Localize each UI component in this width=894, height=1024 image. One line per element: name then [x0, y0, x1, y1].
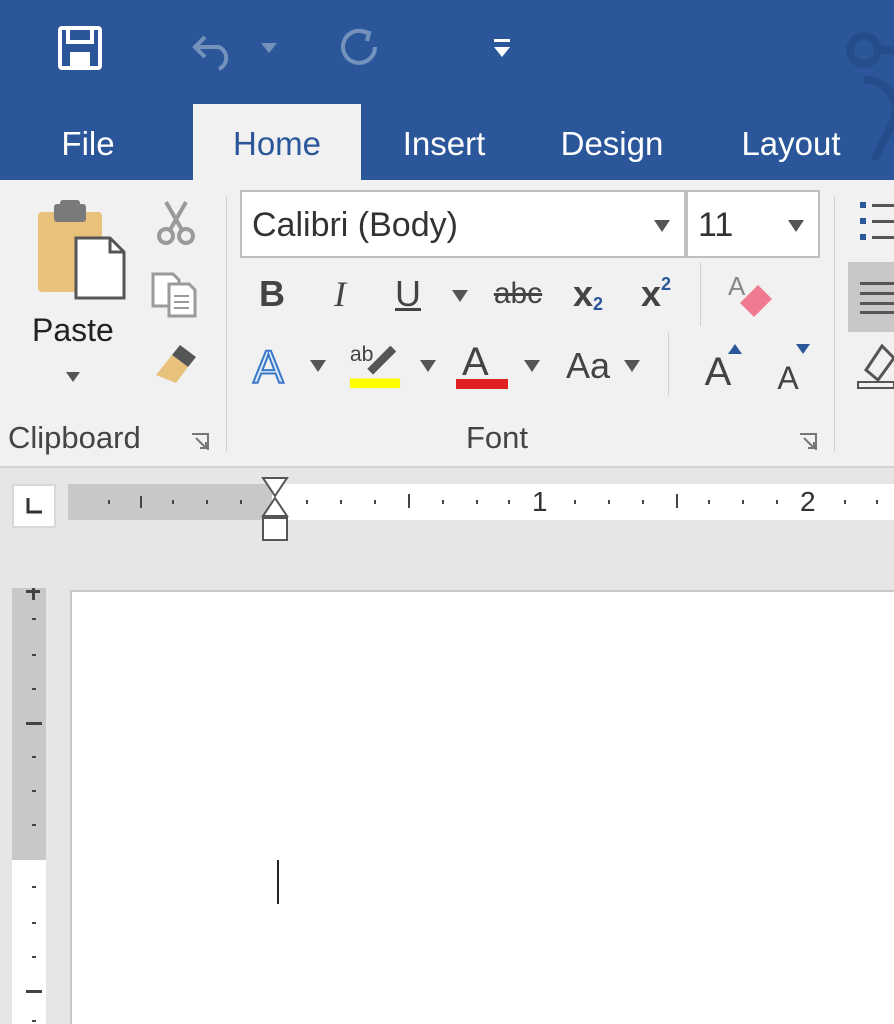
tab-home[interactable]: Home: [193, 104, 361, 180]
text-cursor: [277, 860, 279, 904]
font-launcher-icon[interactable]: [798, 432, 818, 452]
grow-font-label: A: [704, 349, 732, 394]
tab-file[interactable]: File: [38, 104, 138, 180]
tab-layout[interactable]: Layout: [716, 104, 866, 180]
tab-design[interactable]: Design: [540, 104, 684, 180]
shrink-font-button[interactable]: A: [770, 350, 806, 406]
clipboard-group-label: Clipboard: [8, 420, 141, 455]
svg-text:A: A: [728, 271, 746, 301]
change-case-button[interactable]: Aa: [560, 338, 616, 394]
tab-insert[interactable]: Insert: [378, 104, 510, 180]
text-effects-dropdown-icon[interactable]: [310, 360, 326, 372]
group-separator: [226, 196, 227, 452]
bullets-icon[interactable]: [858, 196, 894, 248]
cut-icon[interactable]: [148, 196, 204, 248]
superscript-button[interactable]: x2: [630, 266, 682, 322]
font-name-dropdown-icon[interactable]: [654, 220, 670, 232]
subscript-base: x: [572, 273, 593, 314]
font-separator: [668, 332, 669, 396]
vertical-ruler-ticks: [26, 588, 42, 1022]
shrink-font-arrow-icon: [796, 344, 810, 354]
paste-icon[interactable]: [30, 198, 130, 302]
copy-icon[interactable]: [146, 268, 202, 320]
group-separator: [834, 196, 835, 452]
customize-quick-access-icon[interactable]: [476, 22, 528, 74]
superscript-base: x: [640, 273, 661, 314]
tab-stop-selector[interactable]: [12, 484, 56, 528]
grow-font-arrow-icon: [728, 344, 742, 354]
ruler-mark-1: 1: [532, 486, 548, 517]
shrink-font-label: A: [777, 359, 799, 396]
indent-marker-icon[interactable]: [260, 476, 290, 542]
underline-dropdown-icon[interactable]: [452, 290, 468, 302]
redo-icon[interactable]: [334, 22, 386, 74]
strikethrough-button[interactable]: abc: [488, 266, 548, 322]
superscript-mark: 2: [661, 273, 672, 294]
left-tab-icon: [26, 498, 42, 514]
svg-text:A: A: [462, 340, 489, 384]
horizontal-ruler-ticks: [108, 494, 878, 508]
document-page[interactable]: [70, 590, 894, 1024]
paste-button-label[interactable]: Paste: [32, 312, 114, 349]
align-left-icon: [860, 282, 894, 314]
font-name-value: Calibri (Body): [252, 206, 458, 244]
font-color-icon[interactable]: A: [454, 338, 510, 390]
save-icon[interactable]: [54, 22, 106, 74]
highlight-icon[interactable]: ab: [346, 338, 402, 390]
undo-icon[interactable]: [188, 22, 240, 74]
font-size-dropdown-icon[interactable]: [788, 220, 804, 232]
italic-button[interactable]: I: [318, 266, 362, 322]
paste-dropdown-icon[interactable]: [64, 370, 82, 384]
shading-icon[interactable]: [856, 340, 894, 390]
font-size-combobox[interactable]: 11: [686, 190, 820, 258]
ruler-mark-2: 2: [800, 486, 816, 517]
font-name-combobox[interactable]: Calibri (Body): [240, 190, 686, 258]
font-color-dropdown-icon[interactable]: [524, 360, 540, 372]
underline-button[interactable]: U: [386, 266, 430, 322]
subscript-mark: 2: [593, 293, 604, 314]
svg-text:ab: ab: [350, 342, 374, 366]
clipboard-launcher-icon[interactable]: [190, 432, 210, 452]
subscript-button[interactable]: x2: [562, 266, 614, 322]
svg-text:A: A: [253, 341, 284, 389]
clear-formatting-icon[interactable]: A: [722, 268, 778, 320]
text-effects-icon[interactable]: A: [246, 338, 302, 390]
highlight-dropdown-icon[interactable]: [420, 360, 436, 372]
change-case-dropdown-icon[interactable]: [624, 360, 640, 372]
undo-dropdown-icon[interactable]: [254, 22, 284, 74]
format-painter-icon[interactable]: [148, 338, 204, 390]
font-separator: [700, 262, 701, 326]
font-group-label: Font: [466, 420, 529, 455]
bold-button[interactable]: B: [250, 266, 294, 322]
align-left-button[interactable]: [848, 262, 894, 332]
font-size-value: 11: [698, 206, 734, 244]
